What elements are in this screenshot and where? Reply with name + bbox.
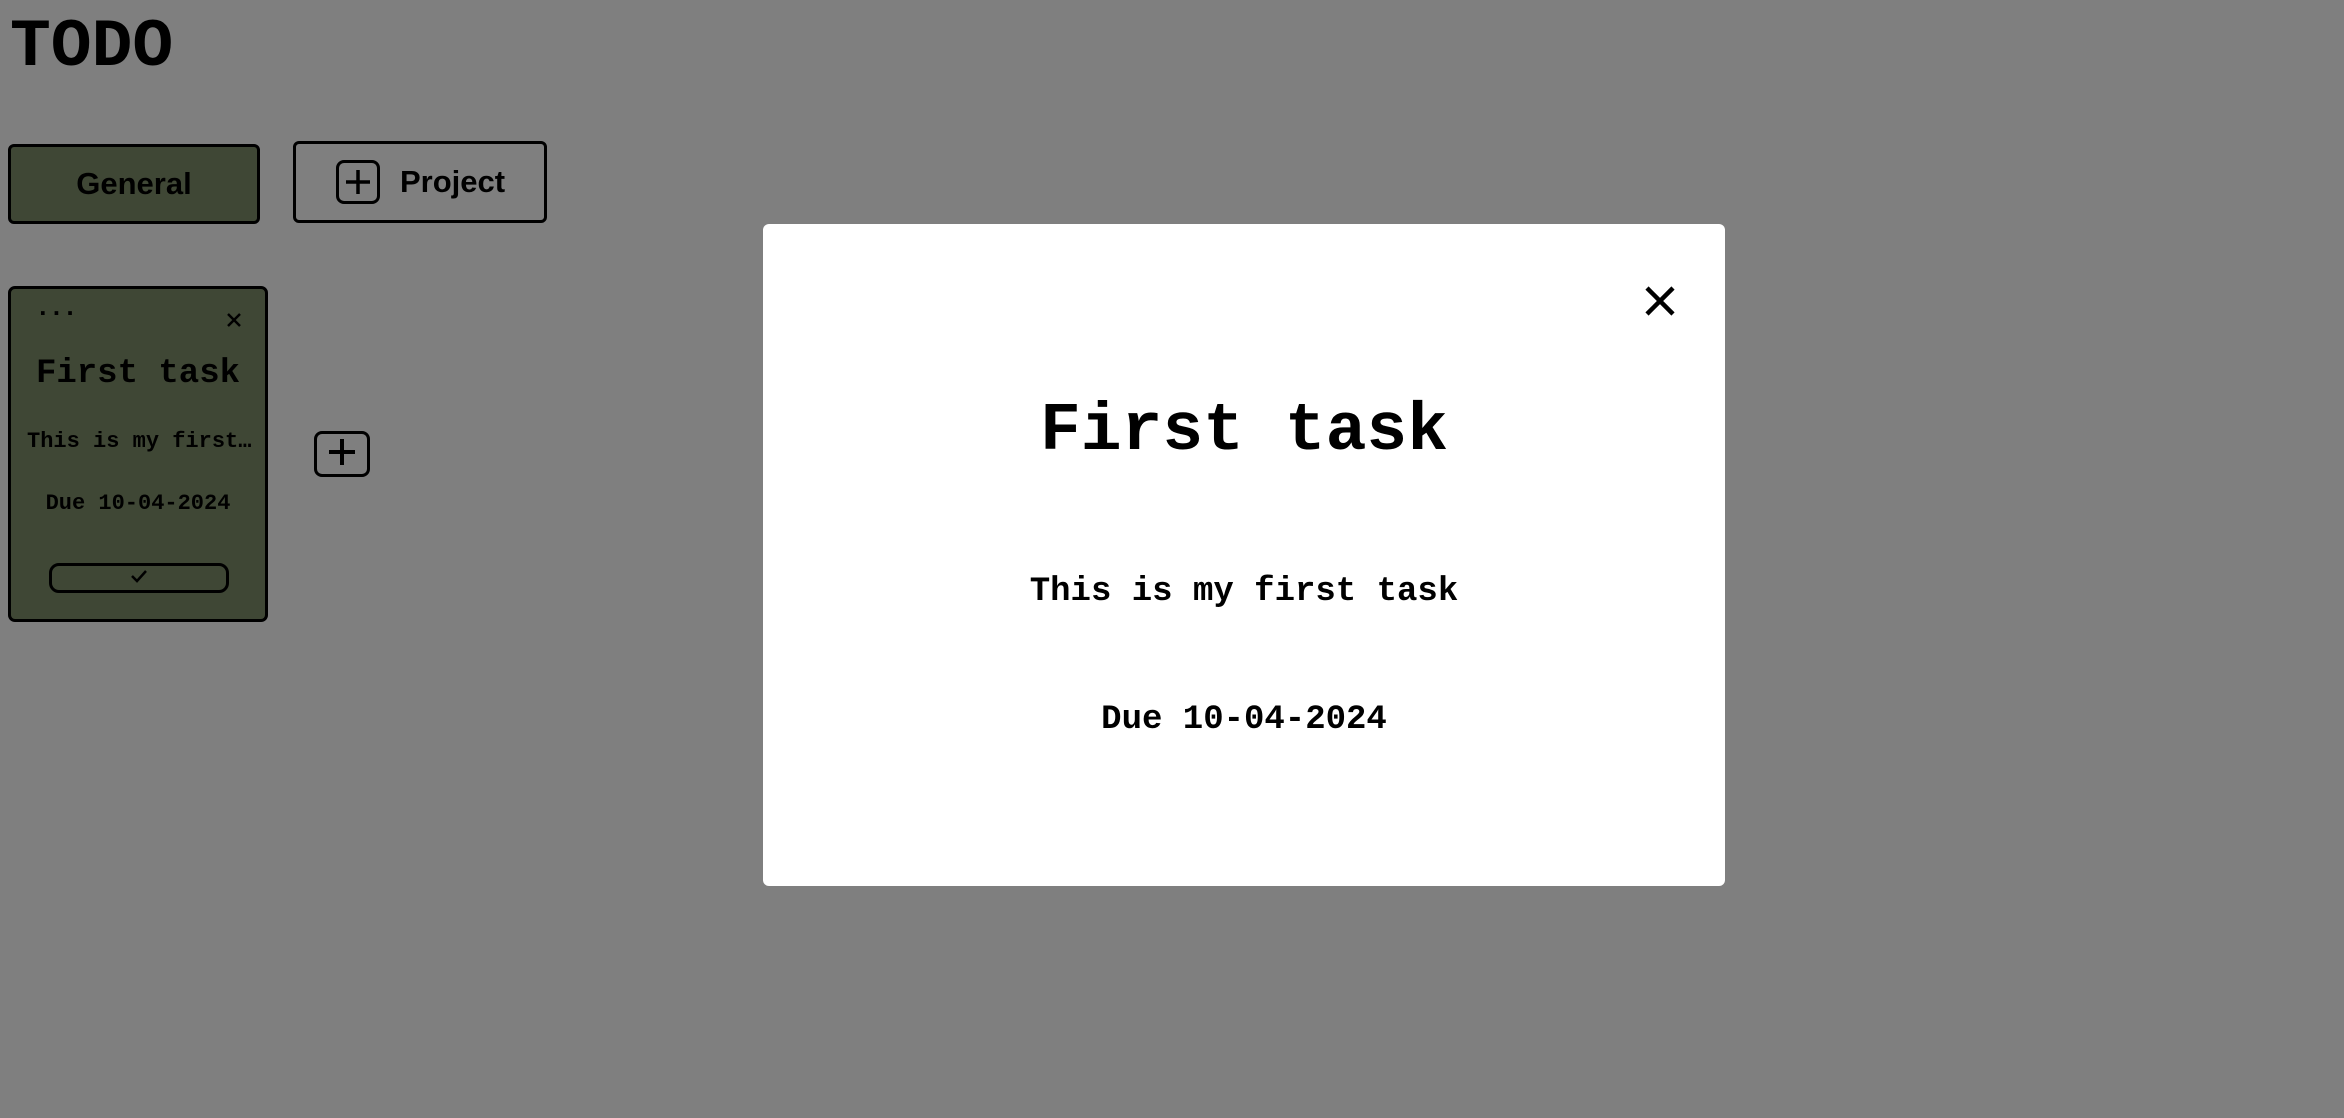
dialog-task-due-date: Due 10-04-2024 — [1101, 701, 1387, 739]
dialog-task-description: This is my first task — [1029, 573, 1459, 611]
task-detail-dialog: First task This is my first task Due 10-… — [763, 224, 1725, 886]
close-icon[interactable] — [1637, 278, 1683, 324]
dialog-task-title: First task — [1039, 393, 1449, 470]
